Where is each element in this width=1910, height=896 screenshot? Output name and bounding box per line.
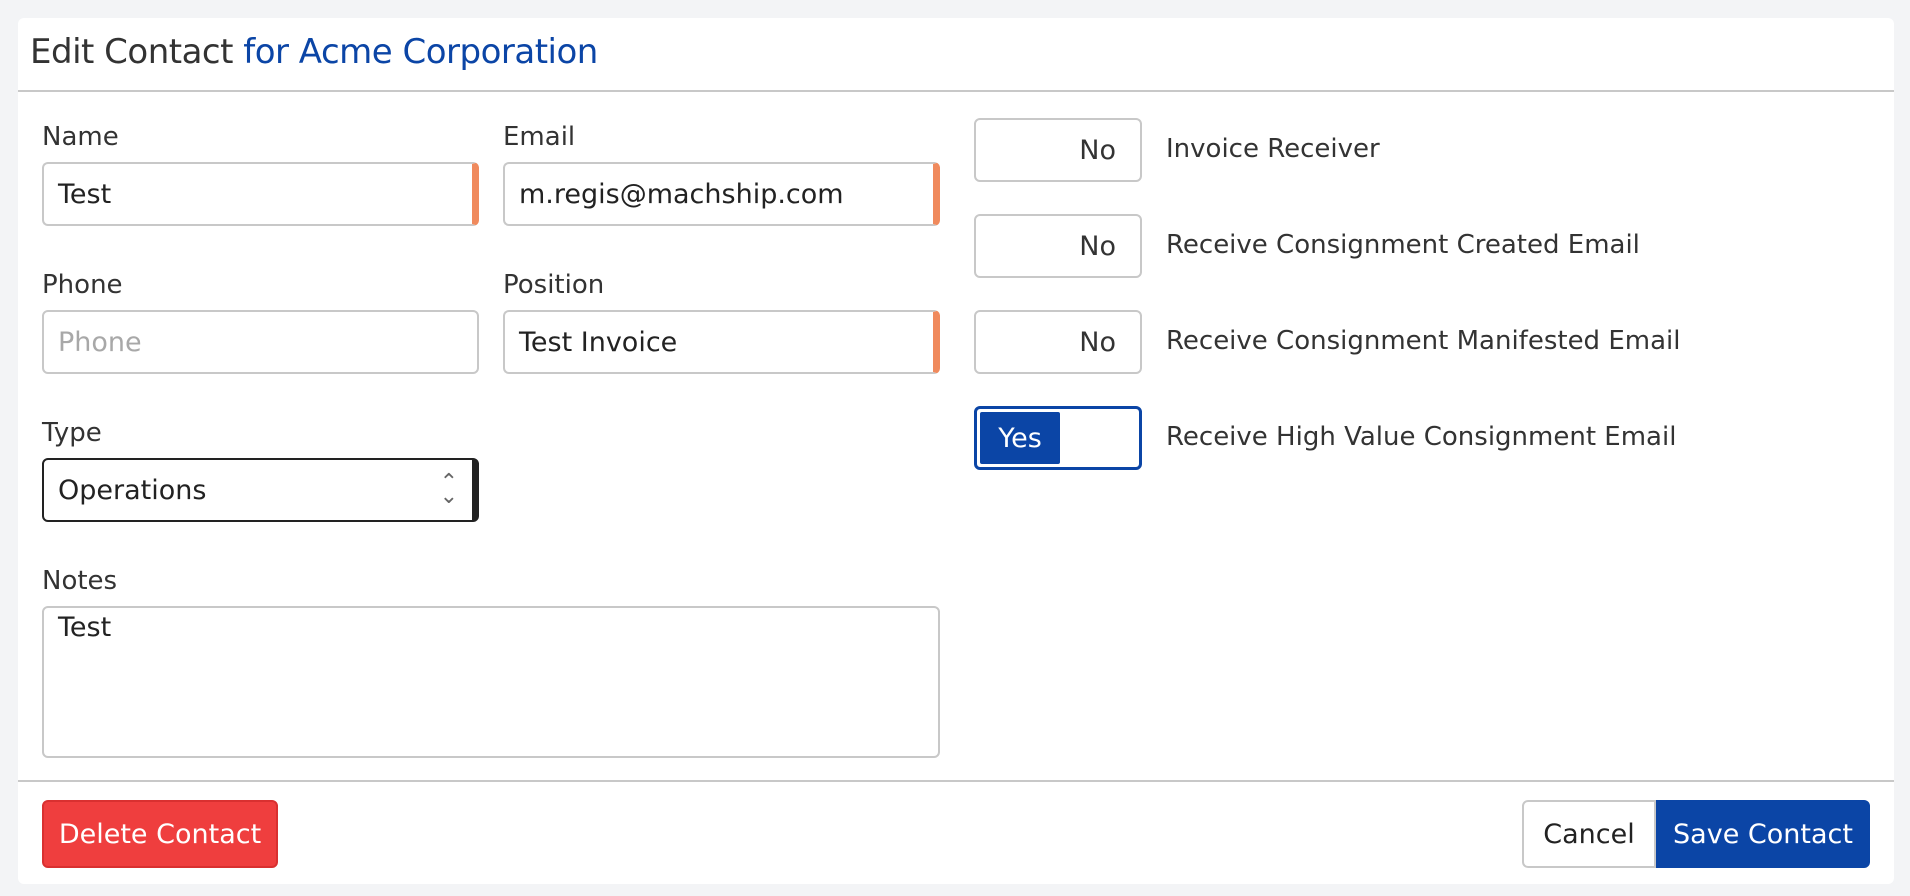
toggle-high-value-consignment[interactable]: Yes: [974, 406, 1142, 470]
toggle-consignment-manifested[interactable]: No: [974, 310, 1142, 374]
toggle-label-consignment-manifested: Receive Consignment Manifested Email: [1166, 326, 1681, 356]
delete-contact-button[interactable]: Delete Contact: [42, 800, 278, 868]
email-input[interactable]: m.regis@machship.com: [503, 162, 940, 226]
toggle-invoice-receiver[interactable]: No: [974, 118, 1142, 182]
toggle-state: No: [1079, 326, 1116, 358]
toggle-consignment-created[interactable]: No: [974, 214, 1142, 278]
phone-input[interactable]: Phone: [42, 310, 479, 374]
toggle-label-high-value-consignment: Receive High Value Consignment Email: [1166, 422, 1677, 452]
page-title-text: Edit Contact: [30, 32, 233, 72]
notes-label: Notes: [42, 566, 118, 596]
toggle-state: No: [1079, 134, 1116, 166]
notes-textarea[interactable]: Test: [42, 606, 940, 758]
position-input[interactable]: Test Invoice: [503, 310, 940, 374]
save-contact-button[interactable]: Save Contact: [1656, 800, 1870, 868]
type-select[interactable]: Operations ⌃ ⌄: [42, 458, 479, 522]
toggle-label-consignment-created: Receive Consignment Created Email: [1166, 230, 1640, 260]
name-input[interactable]: Test: [42, 162, 479, 226]
cancel-button[interactable]: Cancel: [1522, 800, 1656, 868]
page-title: Edit Contact for Acme Corporation: [18, 18, 1894, 92]
footer-divider: [18, 780, 1894, 782]
edit-contact-panel: Edit Contact for Acme Corporation Name T…: [18, 18, 1894, 884]
type-label: Type: [42, 418, 102, 448]
phone-label: Phone: [42, 270, 123, 300]
email-label: Email: [503, 122, 576, 152]
toggle-state: No: [1079, 230, 1116, 262]
position-label: Position: [503, 270, 605, 300]
type-select-value: Operations: [58, 474, 207, 506]
company-name: for Acme Corporation: [243, 32, 598, 72]
chevron-up-down-icon: ⌃ ⌄: [439, 470, 458, 509]
name-label: Name: [42, 122, 119, 152]
toggle-state: Yes: [980, 412, 1060, 464]
toggle-label-invoice-receiver: Invoice Receiver: [1166, 134, 1380, 164]
